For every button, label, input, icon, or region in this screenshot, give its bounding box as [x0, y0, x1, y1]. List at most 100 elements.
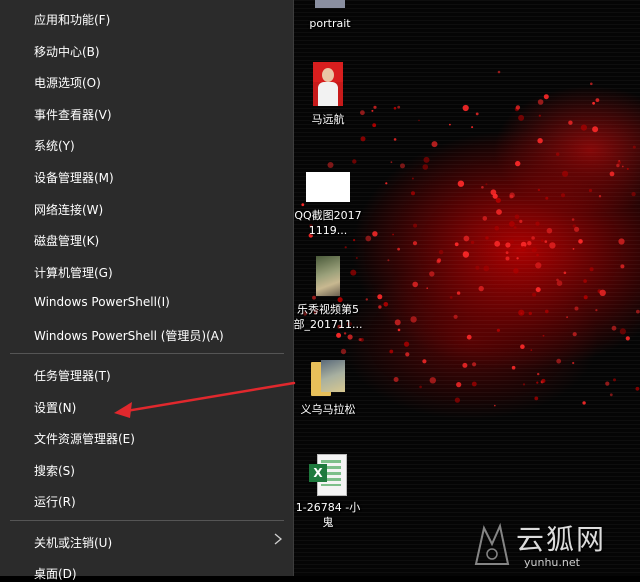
- wallpaper-particle: [541, 239, 544, 242]
- wallpaper-particle: [574, 226, 580, 232]
- video-thumbnail: [316, 256, 340, 296]
- wallpaper-particle: [462, 104, 469, 112]
- wallpaper-particle: [611, 325, 617, 331]
- desktop-icon-qq-screenshot[interactable]: QQ截图20171119...: [292, 172, 364, 238]
- wallpaper-particle: [482, 216, 488, 221]
- menu-item-powershell-admin[interactable]: Windows PowerShell (管理员)(A): [34, 327, 224, 344]
- wallpaper-particle: [632, 145, 636, 149]
- wallpaper-particle: [389, 349, 394, 354]
- wallpaper-particle: [466, 334, 472, 340]
- wallpaper-particle: [471, 381, 477, 387]
- wallpaper-particle: [562, 170, 569, 177]
- wallpaper-particle: [572, 332, 577, 337]
- menu-item-run[interactable]: 运行(R): [34, 493, 76, 510]
- wallpaper-particle: [556, 152, 560, 156]
- wallpaper-particle: [543, 94, 549, 100]
- wallpaper-particle: [617, 160, 621, 165]
- wallpaper-particle: [621, 165, 624, 168]
- screenshot-thumbnail: [306, 172, 350, 202]
- wallpaper-particle: [537, 188, 541, 192]
- wallpaper-particle: [605, 381, 610, 386]
- wallpaper-particle: [494, 240, 501, 247]
- folder-icon: [311, 358, 345, 396]
- wallpaper-particle: [393, 138, 397, 141]
- menu-item-shutdown-or-signout[interactable]: 关机或注销(U): [34, 534, 112, 551]
- wallpaper-particle: [530, 349, 533, 351]
- wallpaper-particle: [561, 193, 565, 198]
- menu-item-power-options[interactable]: 电源选项(O): [34, 74, 101, 91]
- wallpaper-particle: [378, 305, 382, 309]
- wallpaper-particle: [625, 336, 630, 341]
- wallpaper-particle: [505, 256, 510, 261]
- wallpaper-particle: [556, 278, 559, 282]
- wallpaper-particle: [515, 105, 521, 110]
- wallpaper-particle: [574, 306, 579, 311]
- desktop-icon-portrait[interactable]: portrait: [294, 0, 366, 31]
- desktop-icon-folder[interactable]: 义乌马拉松: [292, 358, 364, 417]
- wallpaper-particle: [365, 235, 372, 242]
- wallpaper-particle: [583, 279, 587, 283]
- wallpaper-particle: [536, 381, 539, 384]
- wallpaper-particle: [583, 295, 588, 300]
- menu-item-computer-management[interactable]: 计算机管理(G): [34, 264, 113, 281]
- menu-item-disk-management[interactable]: 磁盘管理(K): [34, 232, 99, 249]
- menu-item-event-viewer[interactable]: 事件查看器(V): [34, 106, 112, 123]
- menu-item-desktop[interactable]: 桌面(D): [34, 565, 77, 582]
- wallpaper-particle: [519, 219, 523, 223]
- wallpaper-particle: [619, 328, 627, 335]
- wallpaper-particle: [453, 314, 458, 319]
- menu-item-powershell[interactable]: Windows PowerShell(I): [34, 295, 170, 309]
- desktop-icon-person-photo[interactable]: 马远航: [292, 62, 364, 127]
- wallpaper-particle: [462, 362, 468, 368]
- wallpaper-particle: [537, 372, 540, 376]
- wallpaper-particle: [372, 231, 378, 237]
- wallpaper-particle: [412, 241, 418, 246]
- wallpaper-particle: [609, 171, 615, 177]
- wallpaper-particle: [371, 109, 374, 112]
- wallpaper-particle: [393, 377, 399, 382]
- wallpaper-particle: [410, 316, 417, 323]
- menu-item-system[interactable]: 系统(Y): [34, 137, 75, 154]
- wallpaper-particle: [528, 311, 532, 316]
- wallpaper-particle: [572, 248, 575, 250]
- wallpaper-particle: [397, 105, 401, 109]
- wallpaper-particle: [609, 393, 613, 397]
- wallpaper-particle: [631, 192, 636, 197]
- wallpaper-particle: [385, 182, 388, 185]
- desktop-icon-excel-file[interactable]: X 1-26784 -小鬼: [292, 454, 364, 530]
- wallpaper-particle: [556, 280, 563, 287]
- wallpaper-particle: [545, 309, 549, 314]
- wallpaper-particle: [592, 126, 599, 133]
- wallpaper-particle: [485, 183, 488, 186]
- menu-item-file-explorer[interactable]: 文件资源管理器(E): [34, 430, 135, 447]
- menu-item-apps-and-features[interactable]: 应用和功能(F): [34, 11, 110, 28]
- wallpaper-particle: [462, 251, 470, 258]
- wallpaper-particle: [541, 378, 546, 383]
- chevron-right-icon: [274, 533, 283, 545]
- menu-item-mobility-center[interactable]: 移动中心(B): [34, 43, 100, 60]
- wallpaper-particle: [544, 240, 548, 243]
- menu-item-task-manager[interactable]: 任务管理器(T): [34, 367, 111, 384]
- wallpaper-particle: [568, 120, 573, 125]
- wallpaper-particle: [545, 196, 549, 200]
- wallpaper-particle: [537, 138, 543, 144]
- wallpaper-particle: [613, 378, 616, 382]
- wallpaper-particle: [485, 236, 489, 240]
- desktop-icon-video[interactable]: 乐秀视频第5部_201711...: [292, 256, 364, 332]
- menu-item-search[interactable]: 搜索(S): [34, 462, 75, 479]
- wallpaper-particle: [556, 358, 562, 364]
- wallpaper-particle: [618, 238, 625, 245]
- desktop-icon-label: 1-26784 -小鬼: [295, 501, 361, 529]
- wallpaper-particle: [521, 246, 526, 251]
- wallpaper-particle: [423, 156, 430, 163]
- wallpaper-particle: [582, 401, 586, 405]
- wallpaper-particle: [438, 249, 444, 255]
- wallpaper-particle: [436, 259, 441, 264]
- wallpaper-particle: [429, 377, 436, 384]
- menu-item-device-manager[interactable]: 设备管理器(M): [34, 169, 114, 186]
- wallpaper-particle: [344, 246, 347, 249]
- menu-item-network-connections[interactable]: 网络连接(W): [34, 201, 103, 218]
- desktop-icon-label: 乐秀视频第5部_201711...: [293, 303, 363, 331]
- wallpaper-particle: [496, 209, 502, 215]
- menu-item-settings[interactable]: 设置(N): [34, 399, 76, 416]
